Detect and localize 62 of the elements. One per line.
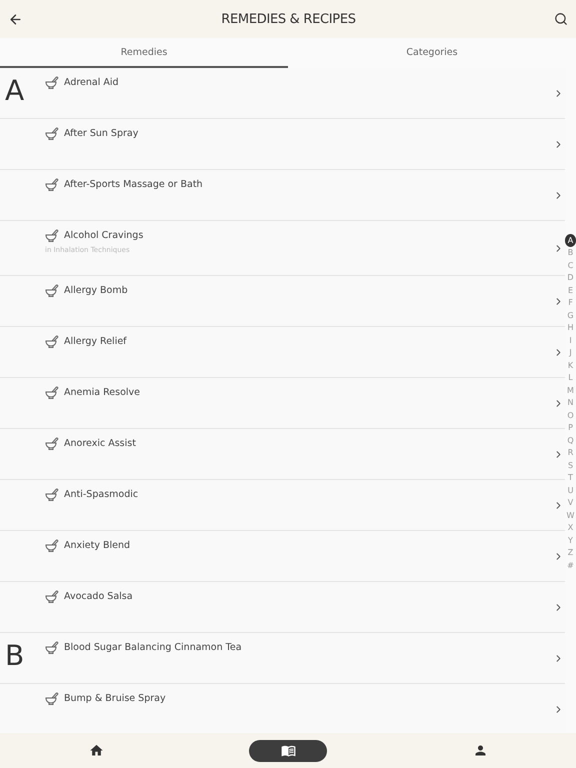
mortar-icon (45, 488, 59, 501)
mortar-icon (45, 229, 59, 242)
index-letter[interactable]: O (565, 409, 576, 422)
mortar-icon (45, 76, 59, 89)
index-letter[interactable]: E (565, 284, 576, 296)
mortar-icon (45, 178, 59, 191)
mortar-icon (45, 127, 59, 140)
mortar-icon (45, 386, 59, 399)
index-letter[interactable]: N (565, 396, 576, 409)
index-letter[interactable]: F (565, 296, 576, 309)
index-letter[interactable]: G (565, 309, 576, 322)
home-icon (88, 743, 104, 758)
remedy-title: Allergy Bomb (64, 285, 128, 296)
remedy-title: Bump & Bruise Spray (64, 693, 166, 704)
index-letter[interactable]: S (565, 459, 576, 472)
page-title: REMEDIES & RECIPES (221, 12, 356, 26)
remedy-title: Alcohol Cravings (64, 230, 144, 241)
person-icon (472, 743, 488, 758)
tab[interactable]: Categories (288, 38, 576, 68)
index-letter[interactable]: D (565, 272, 576, 284)
index-letter[interactable]: R (565, 446, 576, 459)
index-letter[interactable]: # (565, 559, 576, 572)
index-letter[interactable]: B (565, 246, 576, 259)
section-letter: A (5, 74, 24, 107)
remedy-title: Avocado Salsa (64, 591, 133, 602)
index-letter[interactable]: H (565, 322, 576, 334)
remedy-title: Anorexic Assist (64, 438, 136, 449)
index-letter[interactable]: M (565, 384, 576, 396)
mortar-icon (45, 284, 59, 297)
book-icon (280, 743, 296, 758)
mortar-icon (45, 590, 59, 603)
remedy-title: After-Sports Massage or Bath (64, 179, 203, 190)
index-letter[interactable]: Y (565, 534, 576, 546)
index-letter[interactable]: T (565, 472, 576, 484)
remedy-title: Anxiety Blend (64, 540, 130, 551)
mortar-icon (45, 692, 59, 705)
remedy-title: Blood Sugar Balancing Cinnamon Tea (64, 642, 242, 653)
index-letter[interactable]: Q (565, 434, 576, 446)
index-letter[interactable]: X (565, 522, 576, 534)
index-letter[interactable]: A (565, 234, 576, 246)
index-letter[interactable]: U (565, 484, 576, 496)
mortar-icon (45, 641, 59, 654)
index-letter[interactable]: J (565, 346, 576, 359)
remedy-title: Anemia Resolve (64, 387, 140, 398)
index-letter[interactable]: I (565, 334, 576, 346)
mortar-icon (45, 437, 59, 450)
mortar-icon (45, 539, 59, 552)
index-letter[interactable]: L (565, 372, 576, 384)
search-icon (554, 12, 568, 26)
section-letter: B (5, 639, 24, 672)
remedy-title: Anti-Spasmodic (64, 489, 138, 500)
index-letter[interactable]: Z (565, 546, 576, 559)
remedy-title: After Sun Spray (64, 128, 138, 139)
remedy-title: Allergy Relief (64, 336, 127, 347)
nav-button[interactable] (249, 740, 327, 762)
index-letter[interactable]: K (565, 359, 576, 372)
index-letter[interactable]: C (565, 259, 576, 272)
index-letter[interactable]: V (565, 496, 576, 509)
remedy-title: Adrenal Aid (64, 77, 119, 88)
mortar-icon (45, 335, 59, 348)
index-letter[interactable]: P (565, 422, 576, 434)
index-letter[interactable]: W (565, 509, 576, 522)
